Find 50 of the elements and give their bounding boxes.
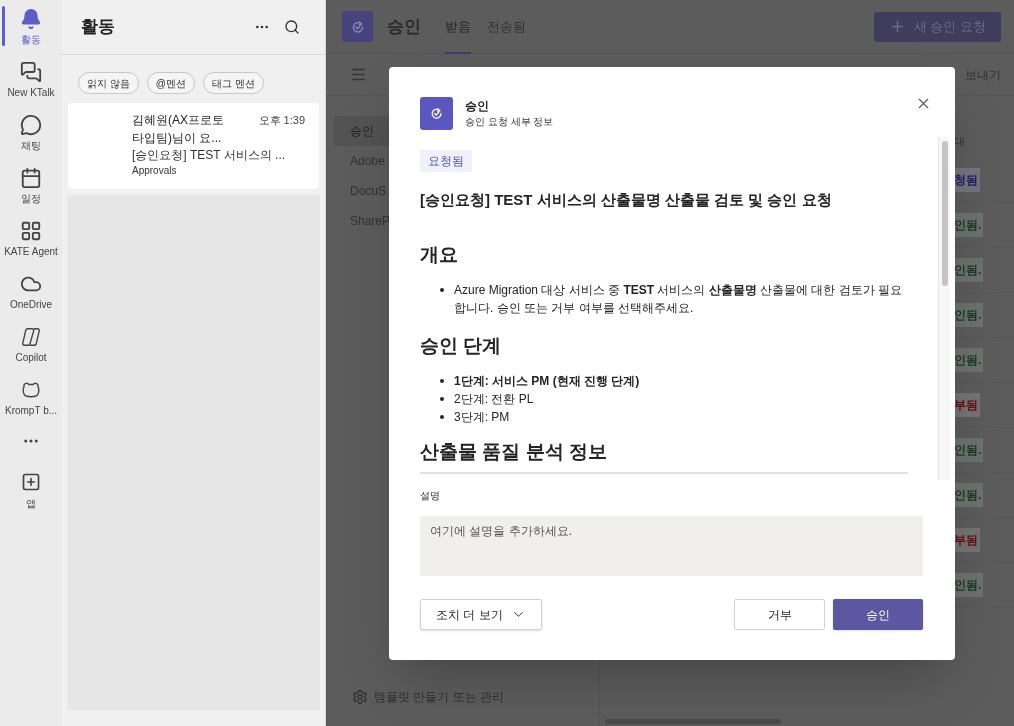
rail-item[interactable]: 일정: [0, 165, 62, 218]
settings-icon: [352, 689, 368, 705]
status-badge: 요청됨: [420, 150, 472, 172]
selection-bar: [2, 6, 5, 46]
filter-chip[interactable]: 읽지 않음: [78, 72, 139, 94]
section-heading: 산출물 품질 분석 정보: [420, 438, 908, 474]
field-label: 설명: [420, 489, 441, 503]
activity-card[interactable]: 김혜원(AX프로토타입팀)님이 요... 오후 1:39 [승인요청] TEST 서비스의 ... Approvals: [68, 103, 319, 189]
bell-icon: [20, 8, 42, 30]
filter-chip[interactable]: @멘션: [146, 72, 195, 94]
add-app-icon: [21, 472, 41, 492]
rail-item[interactable]: OneDrive: [0, 271, 62, 324]
description-field[interactable]: 여기에 설명을 추가하세요.: [420, 516, 923, 576]
approve-button[interactable]: 승인: [833, 599, 923, 630]
section-heading: 승인 단계: [420, 334, 503, 358]
request-title: [승인요청] TEST 서비스의 산출물명 산출물 검토 및 승인 요청: [420, 190, 833, 210]
dialog-title: 승인: [465, 98, 490, 114]
dialog-subtitle: 승인 요청 세부 정보: [465, 115, 554, 129]
step-text: 2단계: 전환 PL: [454, 391, 534, 408]
panel-title: 활동: [81, 16, 116, 39]
more-actions-button[interactable]: 조치 더 보기: [420, 599, 542, 630]
vertical-scrollbar[interactable]: [938, 137, 950, 480]
chat-bubbles-icon: [20, 61, 42, 83]
search-icon[interactable]: [284, 19, 300, 35]
preview-text: [승인요청] TEST 서비스의 ...: [132, 147, 287, 164]
step-text: 3단계: PM: [454, 409, 510, 426]
rail-item[interactable]: New KTalk: [0, 59, 62, 112]
step-text: 1단계: 서비스 PM (현재 진행 단계): [454, 373, 640, 390]
bullet-icon: [440, 379, 444, 383]
copilot-icon: [20, 326, 42, 348]
approval-icon: [429, 106, 444, 121]
rail-item[interactable]: 채팅: [0, 112, 62, 165]
rail-item[interactable]: 활동: [0, 6, 62, 59]
rail-item[interactable]: KrompT b...: [0, 377, 62, 430]
rail-item[interactable]: KATE Agent: [0, 218, 62, 271]
apps-grid-icon: [20, 220, 42, 242]
bullet-icon: [440, 415, 444, 419]
section-heading: 개요: [420, 243, 459, 267]
reject-button[interactable]: 거부: [734, 599, 825, 630]
filter-chip[interactable]: 태그 멘션: [202, 72, 264, 94]
rail-item[interactable]: 앱: [0, 472, 62, 511]
rail-item[interactable]: Copilot: [0, 324, 62, 377]
calendar-icon: [20, 167, 42, 189]
app-name-text: Approvals: [132, 164, 178, 178]
bullet-text: Azure Migration 대상 서비스 중 TEST 서비스의 산출물명 산출물에 대한 검토가 필요합니다. 승인 또는 거부 여부를 선택해주세요.: [454, 282, 904, 317]
bullet-icon: [440, 397, 444, 401]
bullet-icon: [440, 288, 444, 292]
time-text: 오후 1:39: [258, 113, 305, 128]
sender-text: 김혜원(AX프로토타입팀)님이 요...: [132, 112, 225, 147]
chat-icon: [20, 114, 42, 136]
